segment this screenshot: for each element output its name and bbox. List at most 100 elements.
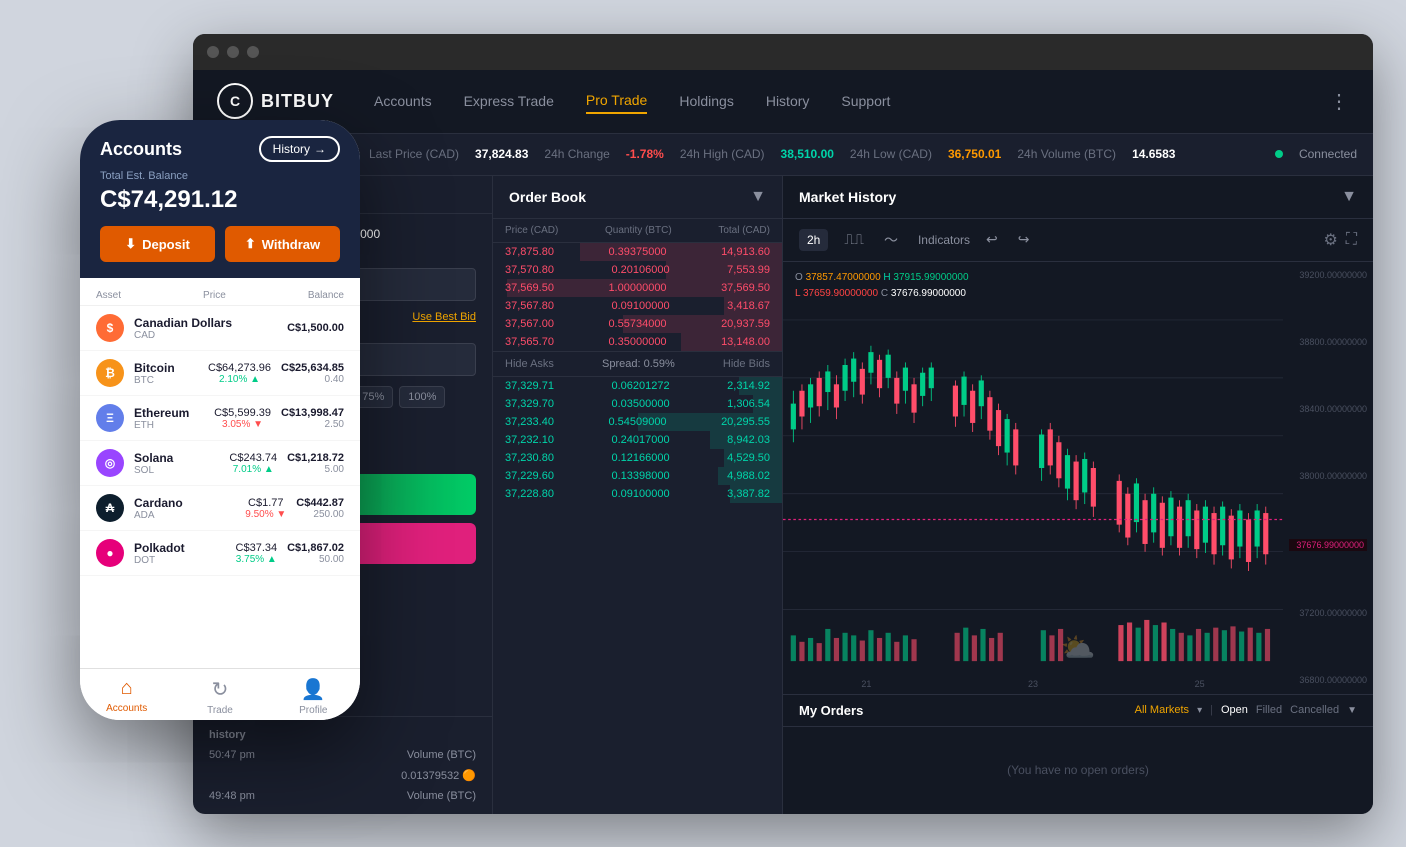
hide-bids-btn[interactable]: Hide Bids — [723, 358, 770, 370]
indicators-button[interactable]: Indicators — [918, 233, 970, 247]
col-price: Price (CAD) — [505, 225, 558, 236]
list-item[interactable]: ● Polkadot DOT C$37.34 3.75% ▲ C$1,867.0… — [80, 531, 360, 576]
logo-area: C BITBUY — [217, 83, 334, 119]
asset-icon-eth: Ξ — [96, 404, 124, 432]
last-price-label: Last Price (CAD) — [369, 147, 459, 161]
list-item[interactable]: $ Canadian Dollars CAD C$1,500.00 — [80, 306, 360, 351]
ask-row[interactable]: 37,567.000.5573400020,937.59 — [493, 315, 782, 333]
nav-support[interactable]: Support — [841, 89, 890, 113]
mobile-title: Accounts — [100, 139, 182, 160]
bid-row[interactable]: 37,229.600.133980004,988.02 — [493, 467, 782, 485]
mobile-device: Accounts History → Total Est. Balance C$… — [80, 120, 360, 720]
bid-row[interactable]: 37,230.800.121660004,529.50 — [493, 449, 782, 467]
list-item[interactable]: ₳ Cardano ADA C$1.77 9.50% ▼ C$442.87 25… — [80, 486, 360, 531]
market-history-title: Market History — [799, 189, 896, 205]
candlestick-chart — [783, 262, 1283, 674]
volume-value: 14.6583 — [1132, 147, 1175, 161]
window-dot-minimize — [227, 46, 239, 58]
list-item[interactable]: ₿ Bitcoin BTC C$64,273.96 2.10% ▲ C$25,6… — [80, 351, 360, 396]
ticker-bar: ☰ ₿ 🍁 BTC-CAD Last Price (CAD) 37,824.83… — [193, 134, 1373, 176]
main-nav: Accounts Express Trade Pro Trade Holding… — [374, 88, 1329, 114]
col-total: Total (CAD) — [718, 225, 770, 236]
app-header: C BITBUY Accounts Express Trade Pro Trad… — [193, 70, 1373, 134]
my-orders-header: My Orders All Markets ▾ | Open Filled Ca… — [783, 695, 1373, 727]
profile-icon: 👤 — [301, 677, 326, 702]
time-2h-btn[interactable]: 2h — [799, 229, 828, 251]
bid-row[interactable]: 37,329.700.035000001,306.54 — [493, 395, 782, 413]
connected-dot — [1275, 150, 1283, 158]
nav-holdings[interactable]: Holdings — [679, 89, 733, 113]
filter-cancelled-btn[interactable]: Cancelled — [1290, 704, 1339, 716]
nav-accounts[interactable]: Accounts — [374, 89, 432, 113]
low-label: 24h Low (CAD) — [850, 147, 932, 161]
mobile-nav-accounts[interactable]: ⌂ Accounts — [80, 677, 173, 716]
mobile-deposit-button[interactable]: ⬇ Deposit — [100, 226, 215, 262]
no-orders-message: (You have no open orders) — [783, 727, 1373, 814]
mobile-history-button[interactable]: History → — [259, 136, 340, 162]
asset-icon-cad: $ — [96, 314, 124, 342]
order-book-title: Order Book — [509, 189, 586, 205]
settings-icon[interactable]: ⚙ — [1323, 230, 1337, 250]
browser-titlebar — [193, 34, 1373, 70]
change-label: 24h Change — [544, 147, 609, 161]
order-book-collapse-icon[interactable]: ▼ — [750, 188, 766, 206]
bid-row[interactable]: 37,233.400.5450900020,295.55 — [493, 413, 782, 431]
mobile-balance-label: Total Est. Balance — [100, 170, 340, 182]
main-content: Limit Market Purchase Limit ⓘ CAD $10000… — [193, 176, 1373, 814]
fullscreen-icon[interactable]: ⛶ — [1346, 231, 1357, 249]
ask-row[interactable]: 37,565.700.3500000013,148.00 — [493, 333, 782, 351]
mobile-nav-profile[interactable]: 👤 Profile — [267, 677, 360, 716]
asset-icon-btc: ₿ — [96, 359, 124, 387]
browser-window: C BITBUY Accounts Express Trade Pro Trad… — [193, 34, 1373, 814]
markets-dropdown-icon[interactable]: ▾ — [1197, 705, 1202, 716]
ask-row[interactable]: 37,875.800.3937500014,913.60 — [493, 243, 782, 261]
ask-row[interactable]: 37,567.800.091000003,418.67 — [493, 297, 782, 315]
spread-value: Spread: 0.59% — [602, 358, 675, 370]
mobile-asset-list: Asset Price Balance $ Canadian Dollars C… — [80, 278, 360, 668]
chart-area: O 37857.47000000 H 37915.99000000 L 3765… — [783, 262, 1373, 694]
my-orders-panel: My Orders All Markets ▾ | Open Filled Ca… — [783, 694, 1373, 814]
window-dot-close — [207, 46, 219, 58]
mobile-withdraw-button[interactable]: ⬆ Withdraw — [225, 226, 340, 262]
orderbook-column-headers: Price (CAD) Quantity (BTC) Total (CAD) — [493, 219, 782, 243]
ask-row[interactable]: 37,570.800.201060007,553.99 — [493, 261, 782, 279]
bid-row[interactable]: 37,232.100.240170008,942.03 — [493, 431, 782, 449]
pct-100b[interactable]: 100% — [399, 386, 445, 408]
asset-list-header: Asset Price Balance — [80, 286, 360, 306]
x-axis: 21 23 25 — [783, 674, 1283, 694]
orders-collapse-icon[interactable]: ▼ — [1347, 705, 1357, 716]
y-axis: 39200.00000000 38800.00000000 38400.0000… — [1283, 262, 1373, 694]
filter-open-btn[interactable]: Open — [1221, 704, 1248, 716]
chart-panel: Market History ▼ 2h ⎍⎍ 〜 Indicators ↩ ↪ … — [783, 176, 1373, 814]
order-book-header: Order Book ▼ — [493, 176, 782, 219]
redo-icon[interactable]: ↪ — [1018, 231, 1030, 248]
bid-row[interactable]: 37,329.710.062012722,314.92 — [493, 377, 782, 395]
home-icon: ⌂ — [121, 677, 133, 700]
high-value: 38,510.00 — [781, 147, 834, 161]
hide-asks-btn[interactable]: Hide Asks — [505, 358, 554, 370]
asset-icon-sol: ◎ — [96, 449, 124, 477]
nav-pro-trade[interactable]: Pro Trade — [586, 88, 647, 114]
candle-type-icon[interactable]: ⎍⎍ — [844, 231, 864, 248]
bid-row[interactable]: 37,228.800.091000003,387.82 — [493, 485, 782, 503]
connected-text: Connected — [1299, 147, 1357, 161]
filter-filled-btn[interactable]: Filled — [1256, 704, 1282, 716]
list-item[interactable]: Ξ Ethereum ETH C$5,599.39 3.05% ▼ C$13,9… — [80, 396, 360, 441]
ask-row[interactable]: 37,569.501.0000000037,569.50 — [493, 279, 782, 297]
low-value: 36,750.01 — [948, 147, 1001, 161]
menu-dots-icon[interactable]: ⋮ — [1329, 89, 1349, 114]
order-book-panel: Order Book ▼ Price (CAD) Quantity (BTC) … — [493, 176, 783, 814]
chart-collapse-icon[interactable]: ▼ — [1341, 188, 1357, 206]
nav-history[interactable]: History — [766, 89, 810, 113]
high-label: 24h High (CAD) — [680, 147, 765, 161]
mobile-nav-trade[interactable]: ↻ Trade — [173, 677, 266, 716]
orders-filter: All Markets ▾ | Open Filled Cancelled ▼ — [1135, 704, 1357, 716]
orderbook-rows: 37,875.800.3937500014,913.60 37,570.800.… — [493, 243, 782, 814]
chart-controls: 2h ⎍⎍ 〜 Indicators ↩ ↪ ⚙ ⛶ — [783, 219, 1373, 262]
all-markets-btn[interactable]: All Markets — [1135, 704, 1189, 716]
nav-express-trade[interactable]: Express Trade — [464, 89, 554, 113]
undo-icon[interactable]: ↩ — [986, 231, 998, 248]
wave-icon[interactable]: 〜 — [884, 230, 898, 250]
spread-row: Hide Asks Spread: 0.59% Hide Bids — [493, 351, 782, 377]
list-item[interactable]: ◎ Solana SOL C$243.74 7.01% ▲ C$1,218.72… — [80, 441, 360, 486]
